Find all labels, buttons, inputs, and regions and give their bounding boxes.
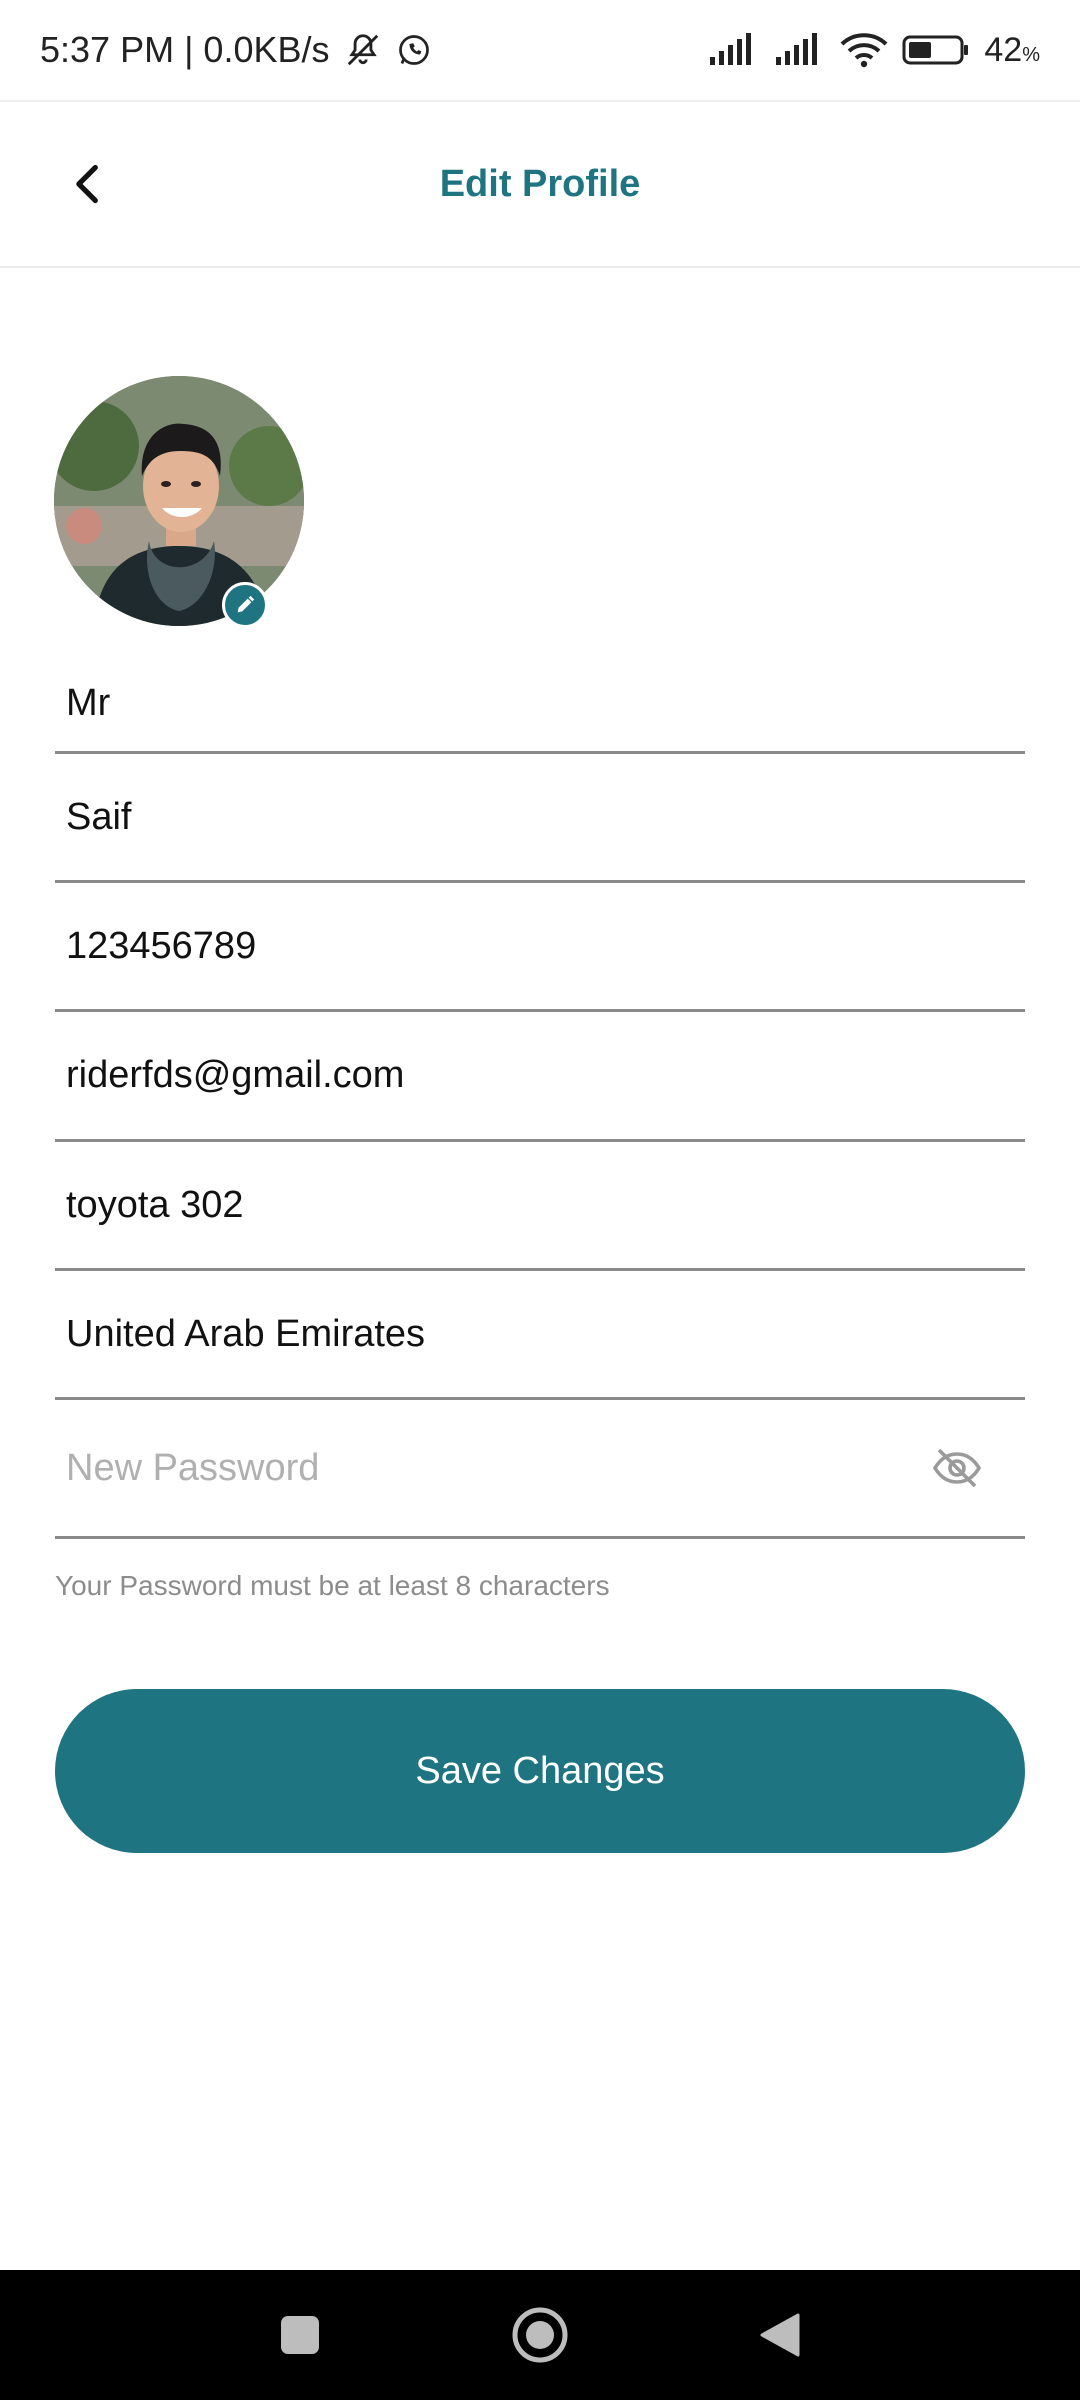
vehicle-input[interactable] bbox=[55, 1183, 1025, 1227]
title-field[interactable] bbox=[55, 655, 1025, 754]
password-helper-text: Your Password must be at least 8 charact… bbox=[55, 1570, 610, 1601]
status-bar: 5:37 PM | 0.0KB/s 42% bbox=[0, 0, 1080, 100]
back-nav-button[interactable] bbox=[745, 2300, 815, 2370]
back-arrow-icon bbox=[76, 164, 98, 204]
country-input[interactable] bbox=[55, 1312, 1025, 1356]
pencil-icon bbox=[237, 595, 255, 613]
signal-icon bbox=[774, 33, 826, 67]
battery-level: 42% bbox=[984, 30, 1040, 69]
square-icon bbox=[281, 2316, 319, 2354]
country-field[interactable] bbox=[55, 1271, 1025, 1400]
phone-input[interactable] bbox=[55, 924, 1025, 968]
triangle-back-icon bbox=[760, 2313, 800, 2357]
status-left: 5:37 PM | 0.0KB/s bbox=[40, 29, 432, 71]
page-title: Edit Profile bbox=[439, 162, 641, 205]
eye-off-icon bbox=[932, 1448, 982, 1488]
toggle-password-visibility[interactable] bbox=[927, 1443, 987, 1493]
system-nav-bar bbox=[0, 2270, 1080, 2400]
back-button[interactable] bbox=[52, 148, 124, 220]
name-input[interactable] bbox=[55, 795, 1025, 839]
avatar bbox=[54, 376, 304, 626]
vehicle-field[interactable] bbox=[55, 1142, 1025, 1271]
wifi-icon bbox=[840, 32, 888, 68]
email-field[interactable] bbox=[55, 1012, 1025, 1142]
status-right: 42% bbox=[708, 31, 1040, 70]
signal-icon bbox=[708, 33, 760, 67]
home-button[interactable] bbox=[505, 2300, 575, 2370]
email-input[interactable] bbox=[55, 1054, 1025, 1097]
recents-button[interactable] bbox=[265, 2300, 335, 2370]
title-input[interactable] bbox=[55, 681, 1025, 725]
status-time: 5:37 PM | 0.0KB/s bbox=[40, 29, 330, 70]
password-input[interactable] bbox=[55, 1446, 1025, 1490]
password-field[interactable] bbox=[55, 1400, 1025, 1539]
app-bar: Edit Profile bbox=[0, 100, 1080, 268]
save-changes-button[interactable]: Save Changes bbox=[55, 1689, 1025, 1853]
edit-avatar-button[interactable] bbox=[222, 582, 268, 628]
profile-avatar[interactable] bbox=[54, 376, 304, 628]
whatsapp-icon bbox=[396, 32, 432, 68]
phone-field[interactable] bbox=[55, 883, 1025, 1012]
name-field[interactable] bbox=[55, 754, 1025, 883]
bell-muted-icon bbox=[344, 31, 382, 69]
battery-icon bbox=[902, 33, 970, 67]
circle-home-icon bbox=[512, 2307, 568, 2363]
